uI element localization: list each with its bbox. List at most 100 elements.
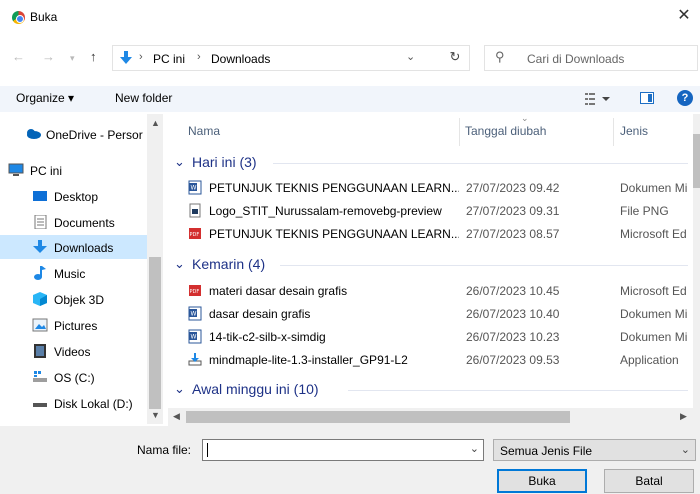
column-header-date[interactable]: Tanggal diubah	[465, 124, 546, 138]
breadcrumb-downloads[interactable]: Downloads	[211, 52, 270, 66]
breadcrumb-pc[interactable]: PC ini	[153, 52, 185, 66]
column-header-name[interactable]: Nama	[188, 124, 220, 138]
chevron-down-icon[interactable]: ⌄	[406, 50, 415, 63]
nav-item-label: Disk Lokal (D:)	[54, 397, 133, 411]
svg-text:W: W	[191, 334, 197, 341]
scrollbar-thumb[interactable]	[149, 257, 161, 409]
group-header-yesterday[interactable]: ⌄ Kemarin (4)	[168, 255, 688, 275]
scroll-down-icon[interactable]: ▼	[151, 410, 160, 420]
file-row[interactable]: W PETUNJUK TEKNIS PENGGUNAAN LEARN... 27…	[168, 177, 695, 199]
file-row[interactable]: mindmaple-lite-1.3-installer_GP91-L2 26/…	[168, 349, 695, 371]
file-date: 27/07/2023 08.57	[466, 227, 560, 241]
image-icon	[189, 203, 201, 218]
nav-item-label: OS (C:)	[54, 371, 95, 385]
preview-pane-icon[interactable]	[640, 92, 654, 104]
word-icon: W	[188, 180, 202, 195]
file-row[interactable]: PDF PETUNJUK TEKNIS PENGGUNAAN LEARN... …	[168, 223, 695, 245]
drive-icon	[33, 371, 47, 382]
nav-item-videos[interactable]: Videos	[0, 339, 147, 363]
navigation-pane: OneDrive - Persor PC ini Desktop Documen…	[0, 114, 163, 424]
nav-item-os-c[interactable]: OS (C:)	[0, 365, 147, 389]
file-name: materi dasar desain grafis	[209, 284, 348, 298]
nav-item-label: Documents	[54, 216, 115, 230]
group-header-earlier-this-week[interactable]: ⌄ Awal minggu ini (10)	[168, 380, 688, 400]
cloud-icon	[27, 129, 41, 139]
chevron-down-icon[interactable]: ⌄	[470, 442, 479, 455]
nav-item-label: Desktop	[54, 190, 99, 204]
group-label: Hari ini (3)	[192, 154, 257, 170]
close-icon[interactable]: ✕	[674, 6, 694, 26]
file-type-select[interactable]: Semua Jenis File ⌄	[493, 439, 696, 461]
nav-item-disk-d[interactable]: Disk Lokal (D:)	[0, 391, 147, 415]
installer-icon	[188, 353, 202, 366]
file-date: 26/07/2023 10.40	[466, 307, 560, 321]
file-type: Dokumen Mi	[620, 307, 688, 321]
computer-icon	[8, 163, 24, 176]
window-title: Buka	[30, 10, 58, 24]
search-box[interactable]: ⚲ Cari di Downloads	[484, 45, 698, 71]
forward-arrow-icon[interactable]: →	[42, 49, 55, 64]
pdf-icon: PDF	[189, 285, 201, 296]
chevron-down-icon: ⌄	[680, 444, 690, 456]
column-header-type[interactable]: Jenis	[620, 124, 648, 138]
file-row[interactable]: Logo_STIT_Nurussalam-removebg-preview 27…	[168, 200, 695, 222]
search-placeholder: Cari di Downloads	[527, 52, 625, 66]
help-icon[interactable]: ?	[677, 90, 693, 106]
cancel-button[interactable]: Batal	[604, 469, 694, 493]
new-folder-button[interactable]: New folder	[115, 91, 172, 105]
group-header-today[interactable]: ⌄ Hari ini (3)	[168, 153, 688, 173]
file-date: 26/07/2023 10.23	[466, 330, 560, 344]
filename-input[interactable]: ⌄	[202, 439, 484, 461]
nav-item-label: Pictures	[54, 319, 98, 333]
column-divider[interactable]	[613, 118, 614, 146]
up-arrow-icon[interactable]: ↑	[90, 49, 97, 64]
file-row[interactable]: PDF materi dasar desain grafis 26/07/202…	[168, 280, 695, 302]
file-name: PETUNJUK TEKNIS PENGGUNAAN LEARN...	[209, 181, 459, 195]
breadcrumb-separator: ›	[139, 51, 143, 63]
scroll-up-icon[interactable]: ▲	[151, 118, 160, 128]
file-list-scrollbar[interactable]	[693, 114, 700, 408]
refresh-icon[interactable]: ↻	[445, 49, 465, 69]
recent-locations-icon[interactable]: ▾	[70, 53, 75, 64]
file-row[interactable]: W dasar desain grafis 26/07/2023 10.40 D…	[168, 303, 695, 325]
scrollbar-thumb[interactable]	[693, 134, 700, 188]
group-divider	[348, 390, 688, 391]
scroll-left-icon[interactable]: ◀	[173, 411, 180, 422]
nav-item-label: Downloads	[54, 241, 114, 255]
nav-item-desktop[interactable]: Desktop	[0, 184, 147, 208]
group-divider	[273, 163, 688, 164]
view-options-icon[interactable]	[585, 92, 611, 106]
group-label: Awal minggu ini (10)	[192, 381, 319, 397]
file-date: 27/07/2023 09.31	[466, 204, 560, 218]
file-type: Dokumen Mi	[620, 330, 688, 344]
chrome-icon	[12, 11, 25, 24]
nav-item-onedrive[interactable]: OneDrive - Persor	[0, 122, 147, 146]
organize-button[interactable]: Organize ▾	[16, 91, 74, 105]
svg-text:PDF: PDF	[190, 232, 200, 238]
nav-item-objek3d[interactable]: Objek 3D	[0, 287, 147, 311]
file-type: File PNG	[620, 204, 669, 218]
nav-item-downloads[interactable]: Downloads	[0, 235, 147, 259]
nav-item-pictures[interactable]: Pictures	[0, 313, 147, 337]
search-icon: ⚲	[495, 49, 505, 64]
nav-item-music[interactable]: Music	[0, 261, 147, 285]
pdf-icon: PDF	[189, 228, 201, 239]
file-type-value: Semua Jenis File	[500, 444, 593, 458]
nav-scrollbar[interactable]: ▲ ▼	[147, 114, 163, 424]
nav-item-documents[interactable]: Documents	[0, 210, 147, 234]
breadcrumb-separator: ›	[197, 51, 201, 63]
back-arrow-icon[interactable]: ←	[12, 49, 25, 64]
open-button[interactable]: Buka	[497, 469, 587, 493]
nav-item-pc[interactable]: PC ini	[0, 158, 147, 182]
scroll-right-icon[interactable]: ▶	[680, 411, 687, 422]
sort-indicator-icon: ⌄	[521, 114, 529, 123]
file-list: Nama ⌄ Tanggal diubah Jenis ⌄ Hari ini (…	[168, 114, 695, 408]
file-name: 14-tik-c2-silb-x-simdig	[209, 330, 326, 344]
file-row[interactable]: W 14-tik-c2-silb-x-simdig 26/07/2023 10.…	[168, 326, 695, 348]
scrollbar-thumb[interactable]	[186, 411, 570, 423]
word-icon: W	[188, 306, 202, 321]
address-bar[interactable]: › PC ini › Downloads ⌄	[112, 45, 470, 71]
disk-icon	[33, 403, 47, 407]
horizontal-scrollbar[interactable]: ◀ ▶	[168, 408, 700, 426]
column-divider[interactable]	[459, 118, 460, 146]
